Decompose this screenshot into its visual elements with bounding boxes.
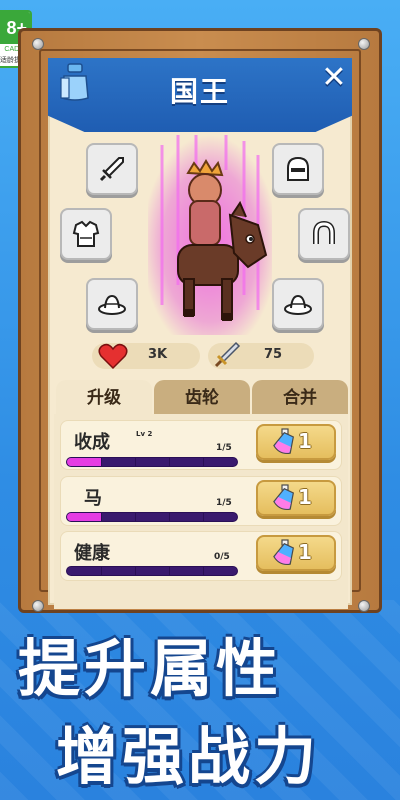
upgrade-count: 0/5 [214, 552, 230, 562]
potion-icon [273, 539, 295, 565]
upgrade-name: 健康 [74, 543, 110, 564]
bolt-icon [358, 600, 370, 612]
sword-icon [214, 341, 241, 368]
tab-merge[interactable]: 合并 [252, 380, 348, 416]
upgrade-cost: 1 [298, 429, 312, 453]
slot-armor[interactable] [60, 208, 112, 260]
upgrade-progress-fill [67, 513, 101, 521]
promo-line-1: 提升属性 [18, 632, 283, 705]
upgrade-name: 收成 [74, 432, 110, 453]
bolt-icon [32, 38, 44, 50]
upgrade-button[interactable]: 1 [256, 424, 336, 460]
upgrade-level: Lv 2 [136, 430, 153, 438]
slot-hat-right[interactable] [272, 278, 324, 330]
potion-icon [273, 428, 295, 454]
upgrade-progress-bar [66, 566, 238, 576]
slot-helmet[interactable] [272, 143, 324, 195]
promo-line-2: 增强战力 [56, 720, 321, 793]
potion-icon [60, 63, 89, 101]
upgrade-count: 1/5 [216, 498, 232, 508]
sword-icon [99, 157, 124, 182]
close-button[interactable]: ✕ [318, 62, 350, 94]
slot-sword[interactable] [86, 143, 138, 195]
upgrade-button[interactable]: 1 [256, 535, 336, 571]
hat-icon [98, 294, 126, 315]
panel-title: 国王 [169, 75, 230, 108]
king-on-horse-character [148, 135, 272, 335]
attack-value: 75 [264, 347, 283, 362]
upgrade-name: 马 [84, 488, 102, 509]
bolt-icon [32, 600, 44, 612]
armor-icon [72, 220, 100, 247]
heart-icon [98, 343, 128, 370]
tab-upgrade[interactable]: 升级 [56, 380, 152, 416]
tab-gear[interactable]: 齿轮 [154, 380, 250, 416]
upgrade-button[interactable]: 1 [256, 480, 336, 516]
bolt-icon [358, 38, 370, 50]
potion-icon [273, 484, 295, 510]
upgrade-cost: 1 [298, 485, 312, 509]
hat-icon [284, 294, 312, 315]
horseshoe-icon [313, 220, 335, 244]
health-value: 3K [148, 347, 168, 362]
slot-hat-left[interactable] [86, 278, 138, 330]
upgrade-progress-fill [67, 458, 101, 466]
helmet-icon [287, 156, 309, 181]
upgrade-progress-bar [66, 457, 238, 467]
slot-horseshoe[interactable] [298, 208, 350, 260]
upgrade-progress-bar [66, 512, 238, 522]
upgrade-cost: 1 [298, 540, 312, 564]
upgrade-count: 1/5 [216, 443, 232, 453]
